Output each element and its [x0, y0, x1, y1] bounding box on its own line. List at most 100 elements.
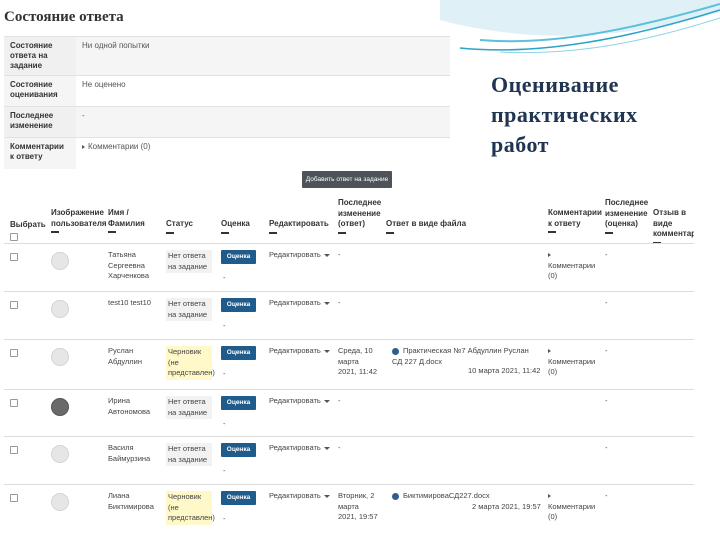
user-name-link[interactable]: test10 test10: [108, 298, 160, 309]
comments-link[interactable]: Комментарии (0): [548, 261, 595, 281]
edit-menu[interactable]: Редактировать: [269, 250, 330, 259]
row-checkbox[interactable]: [10, 399, 18, 407]
header-name[interactable]: Имя / Фамилия: [108, 208, 158, 233]
grade-modified-value: -: [605, 491, 608, 500]
grade-button[interactable]: Оценка: [221, 298, 256, 312]
caret-down-icon: [323, 349, 330, 353]
edit-menu[interactable]: Редактировать: [269, 346, 330, 355]
header-status-label: Статус: [166, 219, 193, 228]
edit-menu[interactable]: Редактировать: [269, 491, 330, 500]
table-row: test10 test10 Нет ответа на задание Оцен…: [4, 291, 694, 340]
header-grade-modified-label: Последнее изменение (оценка): [605, 198, 649, 228]
header-name-label: Имя / Фамилия: [108, 208, 145, 228]
grading-table: Выбрать Изображение пользователя Имя / Ф…: [4, 194, 694, 540]
collapse-icon[interactable]: [548, 231, 556, 233]
table-row: Руслан Абдуллин Черновик (не представлен…: [4, 339, 694, 390]
grade-button[interactable]: Оценка: [221, 250, 256, 264]
collapse-icon[interactable]: [386, 231, 394, 234]
header-file[interactable]: Ответ в виде файла: [386, 219, 466, 234]
edit-menu[interactable]: Редактировать: [269, 298, 330, 307]
header-status[interactable]: Статус: [166, 219, 193, 234]
user-name-link[interactable]: Василя Баймурзина: [108, 443, 160, 464]
grade-button[interactable]: Оценка: [221, 443, 256, 457]
table-row: Василя Баймурзина Нет ответа на задание …: [4, 436, 694, 485]
collapse-icon[interactable]: [269, 231, 277, 234]
comments-toggle[interactable]: Комментарии (0): [548, 491, 598, 523]
row-checkbox[interactable]: [10, 253, 18, 261]
grade-button[interactable]: Оценка: [221, 396, 256, 410]
comments-toggle[interactable]: Комментарии (0): [548, 346, 598, 378]
grade-value: -: [223, 369, 226, 378]
grading-status-label: Состояние оценивания: [4, 75, 76, 107]
grade-button[interactable]: Оценка: [221, 491, 256, 505]
edit-menu-label: Редактировать: [269, 396, 321, 405]
header-comments-label: Комментарии к ответу: [548, 208, 602, 228]
header-feedback[interactable]: Отзыв в виде комментари: [653, 208, 694, 244]
status-badge: Нет ответа на задание: [166, 298, 212, 321]
header-last-modified[interactable]: Последнее изменение (ответ): [338, 198, 383, 234]
grade-value: -: [223, 419, 226, 428]
grade-value: -: [223, 321, 226, 330]
grade-modified-value: -: [605, 346, 608, 355]
file-submission[interactable]: БиктимироваСД227.docx: [392, 491, 540, 502]
comments-toggle[interactable]: Комментарии (0): [76, 137, 450, 169]
header-avatar[interactable]: Изображение пользователя: [51, 208, 107, 233]
row-checkbox[interactable]: [10, 349, 18, 357]
status-heading: Состояние ответа: [4, 9, 124, 25]
user-avatar[interactable]: [51, 398, 69, 416]
edit-menu[interactable]: Редактировать: [269, 396, 330, 405]
collapse-icon[interactable]: [605, 231, 613, 234]
comments-toggle[interactable]: Комментарии (0): [548, 250, 598, 282]
comments-link[interactable]: Комментарии (0): [548, 502, 595, 522]
file-link[interactable]: Практическая №7 Абдуллин Руслан СД 227 Д…: [392, 346, 529, 366]
edit-menu-label: Редактировать: [269, 443, 321, 452]
decorative-waves: [440, 0, 720, 54]
header-select: Выбрать: [10, 220, 46, 241]
header-grade-modified[interactable]: Последнее изменение (оценка): [605, 198, 649, 234]
header-edit[interactable]: Редактировать: [269, 219, 329, 234]
row-checkbox[interactable]: [10, 446, 18, 454]
collapse-icon[interactable]: [338, 231, 346, 234]
grade-modified-value: -: [605, 443, 608, 452]
user-avatar[interactable]: [51, 300, 69, 318]
add-submission-button[interactable]: Добавить ответ на задание: [302, 171, 392, 188]
user-name-link[interactable]: Лиана Биктимирова: [108, 491, 160, 512]
user-avatar[interactable]: [51, 252, 69, 270]
collapse-icon[interactable]: [221, 231, 229, 234]
user-avatar[interactable]: [51, 348, 69, 366]
status-badge: Нет ответа на задание: [166, 443, 212, 466]
collapse-icon[interactable]: [51, 231, 59, 233]
grade-value: -: [223, 273, 226, 282]
caret-down-icon: [323, 399, 330, 403]
select-all-checkbox[interactable]: [10, 232, 18, 241]
grade-button[interactable]: Оценка: [221, 346, 256, 360]
row-checkbox[interactable]: [10, 301, 18, 309]
user-name-link[interactable]: Татьяна Сергеевна Харченкова: [108, 250, 160, 282]
file-link[interactable]: БиктимироваСД227.docx: [403, 491, 490, 500]
header-select-label: Выбрать: [10, 220, 46, 229]
comments-link[interactable]: Комментарии (0): [88, 142, 150, 151]
last-modified-value: -: [338, 443, 341, 452]
user-avatar[interactable]: [51, 445, 69, 463]
expand-triangle-icon: [82, 144, 85, 149]
header-comments[interactable]: Комментарии к ответу: [548, 208, 602, 233]
user-name-link[interactable]: Ирина Автономова: [108, 396, 160, 417]
file-icon: [392, 492, 399, 500]
edit-menu[interactable]: Редактировать: [269, 443, 330, 452]
expand-triangle-icon: [548, 349, 551, 354]
row-checkbox[interactable]: [10, 494, 18, 502]
collapse-icon[interactable]: [108, 231, 116, 233]
last-modified-value: -: [76, 106, 450, 138]
comments-link[interactable]: Комментарии (0): [548, 357, 595, 377]
collapse-icon[interactable]: [166, 231, 174, 234]
user-avatar[interactable]: [51, 493, 69, 511]
slide-title-line: практических: [491, 102, 638, 127]
caret-down-icon: [323, 494, 330, 498]
user-name-link[interactable]: Руслан Абдуллин: [108, 346, 160, 367]
file-submission[interactable]: Практическая №7 Абдуллин Руслан СД 227 Д…: [392, 346, 540, 367]
edit-menu-label: Редактировать: [269, 491, 321, 500]
status-badge: Нет ответа на задание: [166, 250, 212, 273]
grade-modified-value: -: [605, 250, 608, 259]
status-badge: Черновик (не представлен): [166, 346, 215, 380]
header-grade[interactable]: Оценка: [221, 219, 250, 234]
